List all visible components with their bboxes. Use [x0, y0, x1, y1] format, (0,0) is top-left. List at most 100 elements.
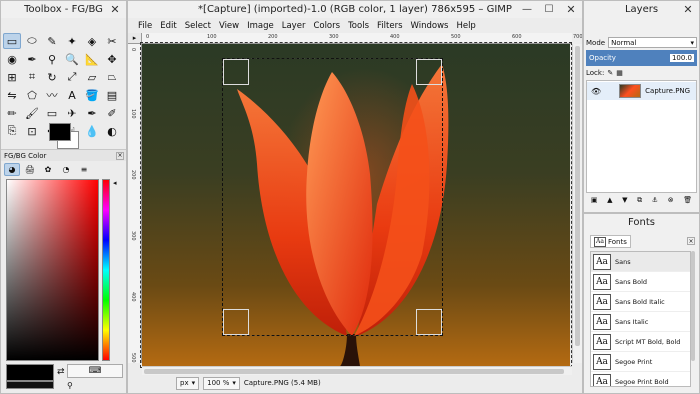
- tab-fonts[interactable]: Aa Fonts: [590, 235, 631, 248]
- mode-select[interactable]: Normal ▾: [608, 37, 697, 48]
- raise-layer-icon[interactable]: ▲: [607, 196, 612, 208]
- ink-icon[interactable]: ✒: [83, 105, 101, 121]
- lock-pixels-icon[interactable]: ✎: [607, 69, 613, 77]
- font-list-item[interactable]: Aa Sans: [591, 252, 690, 272]
- swap-colors-icon[interactable]: ⇄: [57, 367, 65, 377]
- minimize-icon[interactable]: —: [516, 1, 538, 18]
- saturation-value-picker[interactable]: [6, 179, 99, 361]
- unit-select[interactable]: px ▾: [176, 376, 200, 390]
- new-layer-icon[interactable]: ▣: [591, 196, 598, 208]
- scrollbar-thumb[interactable]: [691, 251, 695, 361]
- merge-layer-icon[interactable]: ⊗: [668, 196, 674, 208]
- align-icon[interactable]: ⊞: [3, 69, 21, 85]
- menu-layer[interactable]: Layer: [278, 21, 310, 31]
- hex-entry-button[interactable]: ⌨: [67, 364, 123, 378]
- color-picker-icon[interactable]: ⚲: [43, 51, 61, 67]
- measure-icon[interactable]: 📐: [83, 51, 101, 67]
- zoom-icon[interactable]: 🔍: [63, 51, 81, 67]
- mypaint-brush-icon[interactable]: ✐: [103, 105, 121, 121]
- hue-slider[interactable]: [102, 179, 110, 361]
- perspective-clone-icon[interactable]: ⊡: [23, 123, 41, 139]
- selection-handle-bottom-left[interactable]: [223, 309, 249, 335]
- font-list-item[interactable]: Aa Sans Bold: [591, 272, 690, 292]
- close-icon[interactable]: ×: [116, 151, 124, 160]
- free-select-icon[interactable]: ✎: [43, 33, 61, 49]
- toolbox-titlebar[interactable]: Toolbox - FG/BG ✕: [1, 1, 126, 18]
- font-list-item[interactable]: Aa Sans Italic: [591, 312, 690, 332]
- text-icon[interactable]: A: [63, 87, 81, 103]
- menu-filters[interactable]: Filters: [373, 21, 406, 31]
- rect-select-icon[interactable]: ▭: [3, 33, 21, 49]
- crop-icon[interactable]: ⌗: [23, 69, 41, 85]
- cmyk-mode-icon[interactable]: 🖨: [22, 163, 38, 176]
- menu-colors[interactable]: Colors: [309, 21, 344, 31]
- blend-icon[interactable]: ▤: [103, 87, 121, 103]
- menu-file[interactable]: File: [134, 21, 156, 31]
- dodge-burn-icon[interactable]: ◐: [103, 123, 121, 139]
- lower-layer-icon[interactable]: ▼: [622, 196, 627, 208]
- vertical-scrollbar[interactable]: [572, 44, 582, 363]
- layer-name[interactable]: Capture.PNG: [645, 87, 690, 95]
- close-icon[interactable]: ✕: [677, 1, 699, 18]
- wheel-mode-icon[interactable]: ◔: [58, 163, 74, 176]
- warp-icon[interactable]: 〰: [43, 87, 61, 103]
- clone-icon[interactable]: ⎘: [3, 123, 21, 139]
- menu-image[interactable]: Image: [243, 21, 278, 31]
- menu-select[interactable]: Select: [181, 21, 215, 31]
- move-icon[interactable]: ✥: [103, 51, 121, 67]
- selection-handle-bottom-right[interactable]: [416, 309, 442, 335]
- font-list-scrollbar[interactable]: [691, 251, 697, 387]
- fuzzy-select-icon[interactable]: ✦: [63, 33, 81, 49]
- eyedropper-icon[interactable]: ⚲: [67, 381, 73, 390]
- menu-view[interactable]: View: [215, 21, 243, 31]
- close-icon[interactable]: ×: [687, 237, 695, 245]
- foreground-color-swatch[interactable]: [49, 123, 71, 141]
- menu-edit[interactable]: Edit: [156, 21, 180, 31]
- fonts-titlebar[interactable]: Fonts: [584, 214, 699, 231]
- watercolor-mode-icon[interactable]: ✿: [40, 163, 56, 176]
- perspective-icon[interactable]: ⏢: [103, 69, 121, 85]
- menu-tools[interactable]: Tools: [344, 21, 373, 31]
- font-list-item[interactable]: Aa Segoe Print: [591, 352, 690, 372]
- image-titlebar[interactable]: *[Capture] (imported)-1.0 (RGB color, 1 …: [128, 1, 582, 18]
- scales-mode-icon[interactable]: ≡: [76, 163, 92, 176]
- font-list-item[interactable]: Aa Sans Bold Italic: [591, 292, 690, 312]
- anchor-layer-icon[interactable]: ⚓: [652, 196, 658, 208]
- image-canvas[interactable]: [142, 44, 570, 366]
- paths-icon[interactable]: ✒: [23, 51, 41, 67]
- visibility-eye-icon[interactable]: 👁: [591, 87, 601, 96]
- airbrush-icon[interactable]: ✈: [63, 105, 81, 121]
- layers-titlebar[interactable]: Layers ✕: [584, 1, 699, 18]
- opacity-slider[interactable]: Opacity 100.0: [586, 50, 697, 66]
- delete-layer-icon[interactable]: 🗑: [683, 196, 692, 208]
- layer-row[interactable]: 👁 Capture.PNG: [587, 82, 696, 100]
- scale-icon[interactable]: ⤢: [63, 69, 81, 85]
- gimp-mode-icon[interactable]: ◕: [4, 163, 20, 176]
- rectangle-selection[interactable]: [222, 58, 443, 336]
- menu-windows[interactable]: Windows: [407, 21, 453, 31]
- opacity-value[interactable]: 100.0: [669, 54, 694, 62]
- maximize-icon[interactable]: ☐: [538, 1, 560, 18]
- selection-handle-top-right[interactable]: [416, 59, 442, 85]
- font-list-item[interactable]: Aa Script MT Bold, Bold: [591, 332, 690, 352]
- zoom-select[interactable]: 100 % ▾: [203, 376, 240, 390]
- scrollbar-thumb[interactable]: [575, 46, 580, 346]
- flip-icon[interactable]: ⇋: [3, 87, 21, 103]
- foreground-select-icon[interactable]: ◉: [3, 51, 21, 67]
- blur-icon[interactable]: 💧: [83, 123, 101, 139]
- ellipse-select-icon[interactable]: ⬭: [23, 33, 41, 49]
- menu-help[interactable]: Help: [452, 21, 479, 31]
- fgbg-tab[interactable]: FG/BG Color ×: [1, 149, 126, 161]
- bucket-fill-icon[interactable]: 🪣: [83, 87, 101, 103]
- cage-icon[interactable]: ⬠: [23, 87, 41, 103]
- font-list-item[interactable]: Aa Segoe Print Bold: [591, 372, 690, 386]
- lock-alpha-icon[interactable]: ▦: [616, 69, 623, 77]
- eraser-icon[interactable]: ▭: [43, 105, 61, 121]
- color-select-icon[interactable]: ◈: [83, 33, 101, 49]
- paintbrush-icon[interactable]: 🖌: [23, 105, 41, 121]
- pencil-icon[interactable]: ✏: [3, 105, 21, 121]
- close-icon[interactable]: ✕: [560, 1, 582, 18]
- close-icon[interactable]: ✕: [104, 1, 126, 18]
- shear-icon[interactable]: ▱: [83, 69, 101, 85]
- duplicate-layer-icon[interactable]: ⧉: [637, 196, 642, 208]
